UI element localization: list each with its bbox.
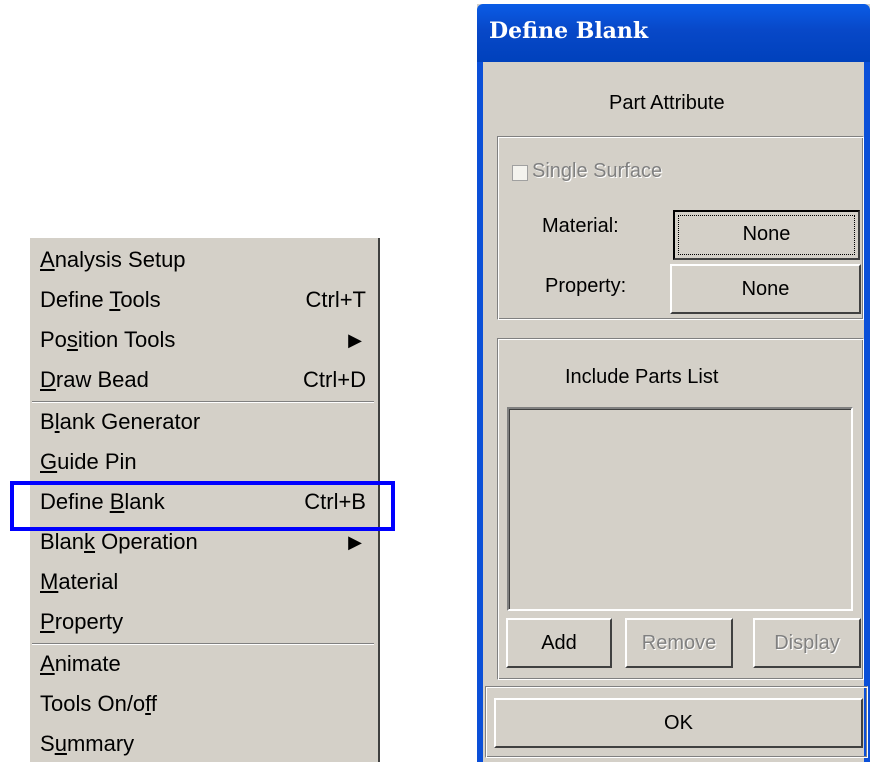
- property-label: Property:: [545, 275, 627, 297]
- menu-item-label: Analysis Setup: [40, 247, 186, 272]
- menu-item-label: Animate: [40, 651, 121, 676]
- shortcut-text: Ctrl+D: [303, 367, 366, 392]
- menu-item-label: Blank Operation: [40, 529, 198, 554]
- title-bar[interactable]: Define Blank: [477, 4, 870, 62]
- menu-item-label: Draw Bead: [40, 367, 149, 392]
- part-attribute-heading: Part Attribute: [609, 92, 725, 114]
- menu-item-define-tools[interactable]: Define Tools Ctrl+T: [30, 280, 376, 320]
- menu-item-label: Blank Generator: [40, 409, 201, 434]
- include-parts-heading: Include Parts List: [565, 366, 719, 388]
- ok-button[interactable]: OK: [494, 698, 863, 748]
- menu-item-blank-generator[interactable]: Blank Generator: [30, 402, 376, 442]
- dialog-title: Define Blank: [489, 18, 649, 44]
- window-frame-left: [477, 62, 483, 762]
- menu-item-blank-operation[interactable]: Blank Operation ▶: [30, 522, 376, 562]
- material-label: Material:: [542, 215, 619, 237]
- menu-item-summary[interactable]: Summary: [30, 724, 376, 764]
- remove-button: Remove: [625, 618, 733, 668]
- menu-item-label: Guide Pin: [40, 449, 137, 474]
- shortcut-text: Ctrl+B: [304, 489, 366, 514]
- menu-item-material[interactable]: Material: [30, 562, 376, 602]
- property-select-button[interactable]: None: [670, 264, 861, 314]
- menu-item-label: Define Blank: [40, 489, 165, 514]
- submenu-arrow-icon: ▶: [348, 330, 362, 350]
- menu-item-draw-bead[interactable]: Draw Bead Ctrl+D: [30, 360, 376, 400]
- menu-item-label: Material: [40, 569, 119, 594]
- display-button: Display: [753, 618, 861, 668]
- menu-item-label: Property: [40, 609, 124, 634]
- submenu-arrow-icon: ▶: [348, 532, 362, 552]
- menu-item-analysis-setup[interactable]: Analysis Setup: [30, 240, 376, 280]
- define-blank-dialog: Define Blank Part Attribute Single Surfa…: [477, 4, 870, 762]
- menu-item-define-blank[interactable]: Define Blank Ctrl+B: [30, 482, 376, 522]
- menu-item-animate[interactable]: Animate: [30, 644, 376, 684]
- menu-item-tools-on-off[interactable]: Tools On/off: [30, 684, 376, 724]
- context-menu: Analysis Setup Define Tools Ctrl+T Posit…: [30, 238, 380, 762]
- menu-item-label: Position Tools: [40, 327, 176, 352]
- menu-item-label: Tools On/off: [40, 691, 158, 716]
- shortcut-text: Ctrl+T: [305, 287, 367, 312]
- menu-item-property[interactable]: Property: [30, 602, 376, 642]
- single-surface-label: Single Surface: [532, 160, 663, 182]
- parts-listbox[interactable]: [507, 407, 853, 611]
- material-select-button[interactable]: None: [673, 210, 860, 260]
- menu-item-label: Summary: [40, 731, 135, 756]
- menu-item-position-tools[interactable]: Position Tools ▶: [30, 320, 376, 360]
- single-surface-checkbox[interactable]: [512, 165, 528, 181]
- window-frame-right: [864, 62, 870, 762]
- menu-item-label: Define Tools: [40, 287, 161, 312]
- menu-item-guide-pin[interactable]: Guide Pin: [30, 442, 376, 482]
- add-button[interactable]: Add: [506, 618, 612, 668]
